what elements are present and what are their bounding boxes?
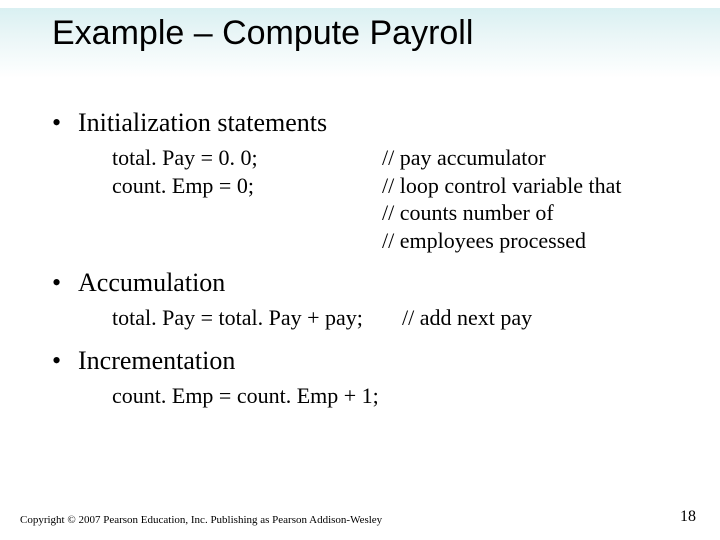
slide: Example – Compute Payroll • Initializati… — [0, 0, 720, 540]
bullet-label: Accumulation — [78, 268, 225, 298]
init-code-blank-2 — [112, 227, 382, 255]
init-code-2: count. Emp = 0; — [112, 172, 382, 200]
init-comment-2b: // counts number of — [382, 199, 672, 227]
incr-block: count. Emp = count. Emp + 1; — [112, 382, 672, 410]
init-row-1: total. Pay = 0. 0; // pay accumulator — [112, 144, 672, 172]
init-row-2: count. Emp = 0; // loop control variable… — [112, 172, 672, 200]
accum-code: total. Pay = total. Pay + pay; — [112, 304, 402, 332]
init-block: total. Pay = 0. 0; // pay accumulator co… — [112, 144, 672, 254]
accum-comment: // add next pay — [402, 304, 672, 332]
copyright-footer: Copyright © 2007 Pearson Education, Inc.… — [20, 514, 382, 526]
page-number: 18 — [680, 508, 696, 526]
init-comment-2c: // employees processed — [382, 227, 672, 255]
bullet-incrementation: • Incrementation — [52, 346, 672, 376]
slide-body: • Initialization statements total. Pay =… — [52, 100, 672, 409]
bullet-dot-icon: • — [52, 346, 78, 376]
bullet-initialization: • Initialization statements — [52, 108, 672, 138]
accum-row: total. Pay = total. Pay + pay; // add ne… — [112, 304, 672, 332]
init-code-1: total. Pay = 0. 0; — [112, 144, 382, 172]
bullet-accumulation: • Accumulation — [52, 268, 672, 298]
accum-block: total. Pay = total. Pay + pay; // add ne… — [112, 304, 672, 332]
init-code-blank — [112, 199, 382, 227]
init-comment-1: // pay accumulator — [382, 144, 672, 172]
bullet-dot-icon: • — [52, 268, 78, 298]
slide-title: Example – Compute Payroll — [52, 14, 473, 53]
bullet-dot-icon: • — [52, 108, 78, 138]
bullet-label: Incrementation — [78, 346, 235, 376]
init-row-4: // employees processed — [112, 227, 672, 255]
bullet-label: Initialization statements — [78, 108, 327, 138]
incr-row: count. Emp = count. Emp + 1; — [112, 382, 672, 410]
init-comment-2a: // loop control variable that — [382, 172, 672, 200]
incr-code: count. Emp = count. Emp + 1; — [112, 382, 432, 410]
init-row-3: // counts number of — [112, 199, 672, 227]
